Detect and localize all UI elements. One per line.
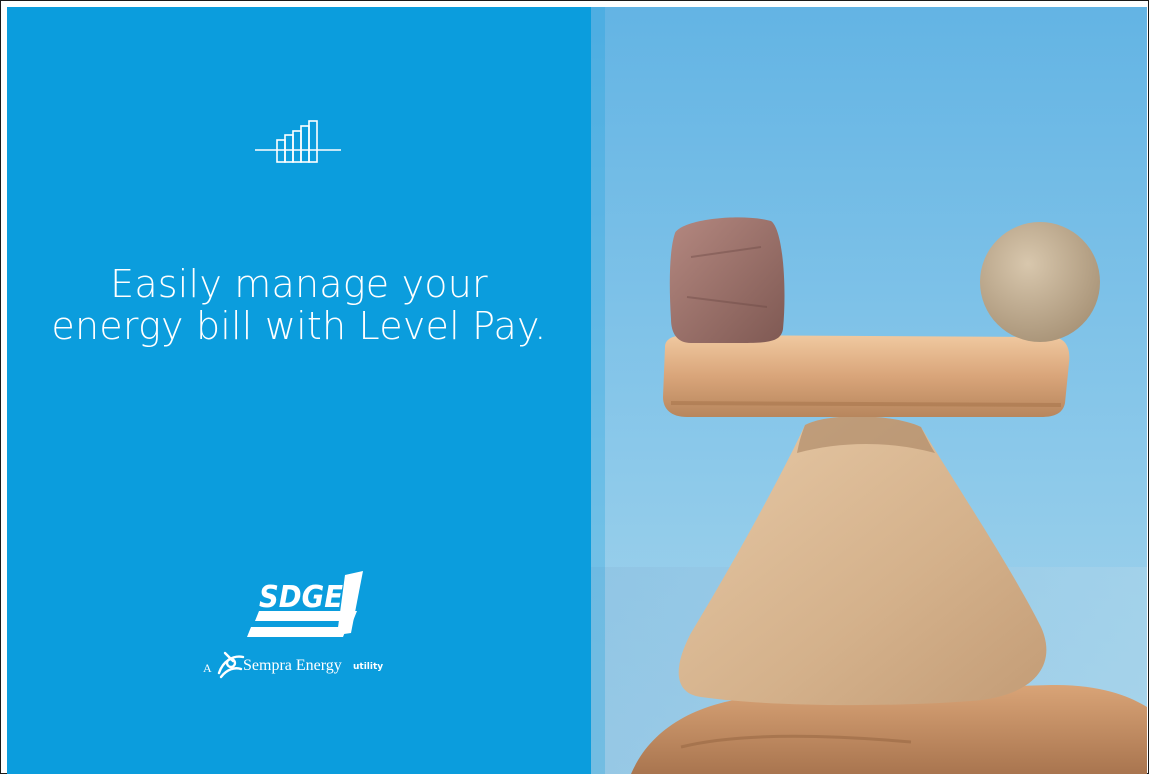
headline-line-2: energy bill with Level Pay. (51, 304, 547, 348)
tagline-suffix: utility (353, 662, 384, 672)
sdge-logo: SDGE (247, 571, 363, 637)
headline: Easily manage your energy bill with Leve… (7, 263, 591, 347)
balanced-stones-photo (591, 7, 1147, 774)
tagline-name: Sempra Energy (243, 657, 342, 674)
sempra-swoosh-icon (217, 651, 245, 679)
tagline-prefix: A (203, 661, 212, 675)
sempra-tagline: A Sempra Energy utility (203, 647, 443, 681)
headline-line-1: Easily manage your (110, 262, 488, 306)
bar-chart-icon (255, 120, 341, 163)
svg-text:SDGE: SDGE (259, 580, 343, 615)
left-panel: Easily manage your energy bill with Leve… (7, 7, 591, 774)
